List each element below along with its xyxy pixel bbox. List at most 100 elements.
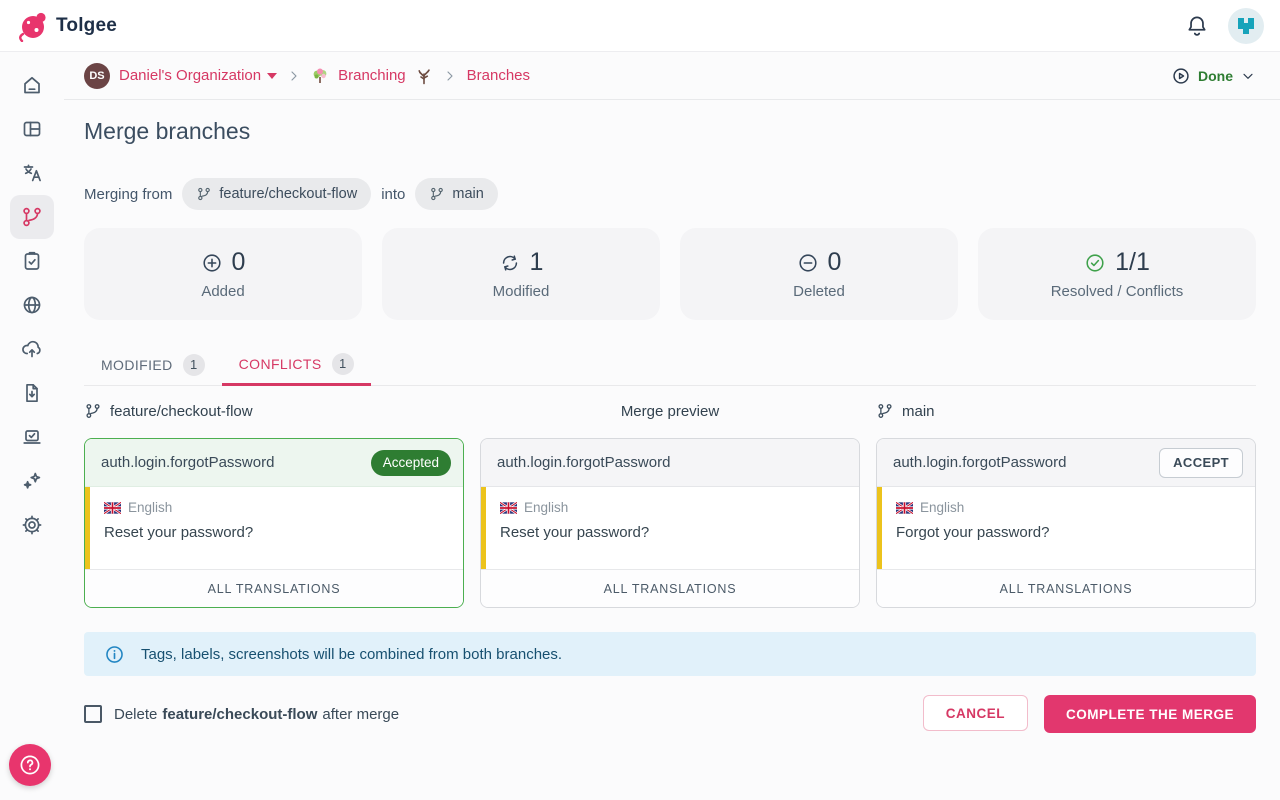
integrations-icon (20, 425, 44, 449)
app-window: Tolgee (0, 0, 1280, 800)
sidebar-item-home[interactable] (10, 63, 54, 107)
translation-text: Reset your password? (104, 524, 447, 541)
delete-branch-label: Delete feature/checkout-flow after merge (114, 706, 399, 723)
merge-connector-label: into (381, 186, 405, 203)
delete-branch-checkbox[interactable] (84, 705, 102, 723)
user-avatar[interactable] (1228, 8, 1264, 44)
chevron-right-icon (286, 68, 302, 84)
branch-icon (876, 402, 894, 420)
target-key-card[interactable]: auth.login.forgotPassword ACCEPT English… (876, 438, 1256, 608)
stat-deleted-label: Deleted (793, 283, 845, 300)
language-label: English (920, 500, 964, 515)
chevron-down-icon (1240, 68, 1256, 84)
languages-icon (20, 293, 44, 317)
tab-modified[interactable]: MODIFIED 1 (84, 344, 222, 385)
bell-icon[interactable] (1184, 13, 1210, 39)
conflict-stripe (481, 487, 486, 569)
accept-button[interactable]: ACCEPT (1159, 448, 1243, 478)
page-title: Merge branches (84, 118, 250, 145)
sidebar-item-branches[interactable] (10, 195, 54, 239)
translation-text: Reset your password? (500, 524, 843, 541)
conflict-stripe (877, 487, 882, 569)
complete-merge-button[interactable]: COMPLETE THE MERGE (1044, 695, 1256, 733)
merge-direction-row: Merging from feature/checkout-flow into … (84, 178, 498, 210)
language-label: English (524, 500, 568, 515)
chevron-right-icon (442, 68, 458, 84)
source-key-card[interactable]: auth.login.forgotPassword Accepted Engli… (84, 438, 464, 608)
conflict-column-headers: feature/checkout-flow Merge preview main (84, 402, 1256, 420)
projects-icon (20, 117, 44, 141)
branches-icon (20, 205, 44, 229)
identicon (1236, 16, 1256, 36)
brand-name: Tolgee (56, 15, 117, 37)
stat-resolved: 1/1 Resolved / Conflicts (978, 228, 1256, 320)
sidebar-item-export[interactable] (10, 371, 54, 415)
merge-stats: 0 Added 1 Modified 0 Deleted (84, 228, 1256, 320)
branch-state-dropdown[interactable]: Done (1171, 66, 1256, 86)
settings-icon (20, 513, 44, 537)
blossom-tree-emoji (311, 67, 329, 85)
check-circle-icon (1084, 252, 1106, 274)
plus-circle-icon (201, 252, 223, 274)
breadcrumb-bar: DS Daniel's Organization Branching Branc… (64, 52, 1280, 100)
tab-conflicts[interactable]: CONFLICTS 1 (222, 344, 371, 386)
merge-prefix-label: Merging from (84, 186, 172, 203)
state-label: Done (1198, 68, 1233, 84)
uk-flag-icon (500, 502, 517, 514)
translation-text: Forgot your password? (896, 524, 1239, 541)
branch-icon (196, 186, 212, 202)
key-name: auth.login.forgotPassword (893, 454, 1066, 471)
accepted-badge: Accepted (371, 450, 451, 476)
stat-added-value: 0 (232, 248, 246, 277)
uk-flag-icon (104, 502, 121, 514)
translation-body: English Reset your password? (481, 487, 859, 569)
translation-body: English Forgot your password? (877, 487, 1255, 569)
translations-icon (20, 161, 44, 185)
sidebar-item-translations[interactable] (10, 151, 54, 195)
uk-flag-icon (896, 502, 913, 514)
delete-branch-option: Delete feature/checkout-flow after merge (84, 705, 399, 723)
cancel-button[interactable]: CANCEL (923, 695, 1028, 731)
home-icon (20, 73, 44, 97)
play-circle-icon (1171, 66, 1191, 86)
sidebar-item-languages[interactable] (10, 283, 54, 327)
stat-resolved-value: 1/1 (1115, 248, 1150, 277)
tolgee-mouse-icon (16, 10, 48, 42)
info-icon (104, 644, 125, 665)
changes-tabs: MODIFIED 1 CONFLICTS 1 (84, 344, 1256, 386)
column-merge-preview: Merge preview (480, 402, 860, 420)
all-translations-button[interactable]: ALL TRANSLATIONS (85, 569, 463, 607)
info-banner-text: Tags, labels, screenshots will be combin… (141, 646, 562, 663)
tab-modified-count: 1 (183, 354, 205, 376)
tasks-icon (20, 249, 44, 273)
all-translations-button[interactable]: ALL TRANSLATIONS (877, 569, 1255, 607)
sidebar-item-integrations[interactable] (10, 415, 54, 459)
ai-sparkles-icon (20, 469, 44, 493)
breadcrumb-page[interactable]: Branches (467, 67, 530, 84)
breadcrumb-org[interactable]: Daniel's Organization (119, 67, 277, 84)
merge-actions-row: Delete feature/checkout-flow after merge… (84, 695, 1256, 733)
tab-conflicts-count: 1 (332, 353, 354, 375)
stat-modified-label: Modified (493, 283, 550, 300)
question-circle-icon (18, 753, 42, 777)
stat-added: 0 Added (84, 228, 362, 320)
all-translations-button[interactable]: ALL TRANSLATIONS (481, 569, 859, 607)
stat-deleted-value: 0 (828, 248, 842, 277)
sidebar-item-ai[interactable] (10, 459, 54, 503)
sidebar-item-cloud-upload[interactable] (10, 327, 54, 371)
sidebar-item-tasks[interactable] (10, 239, 54, 283)
tolgee-logo[interactable]: Tolgee (16, 10, 117, 42)
key-name: auth.login.forgotPassword (101, 454, 274, 471)
help-button[interactable] (9, 744, 51, 786)
preview-key-card: auth.login.forgotPassword English Reset … (480, 438, 860, 608)
top-bar: Tolgee (0, 0, 1280, 52)
conflict-cards: auth.login.forgotPassword Accepted Engli… (84, 438, 1256, 608)
cloud-upload-icon (20, 337, 44, 361)
export-icon (20, 381, 44, 405)
stat-deleted: 0 Deleted (680, 228, 958, 320)
sidebar (0, 52, 64, 800)
sidebar-item-settings[interactable] (10, 503, 54, 547)
target-branch-chip: main (415, 178, 497, 210)
breadcrumb-project[interactable]: Branching (338, 67, 406, 84)
sidebar-item-projects[interactable] (10, 107, 54, 151)
